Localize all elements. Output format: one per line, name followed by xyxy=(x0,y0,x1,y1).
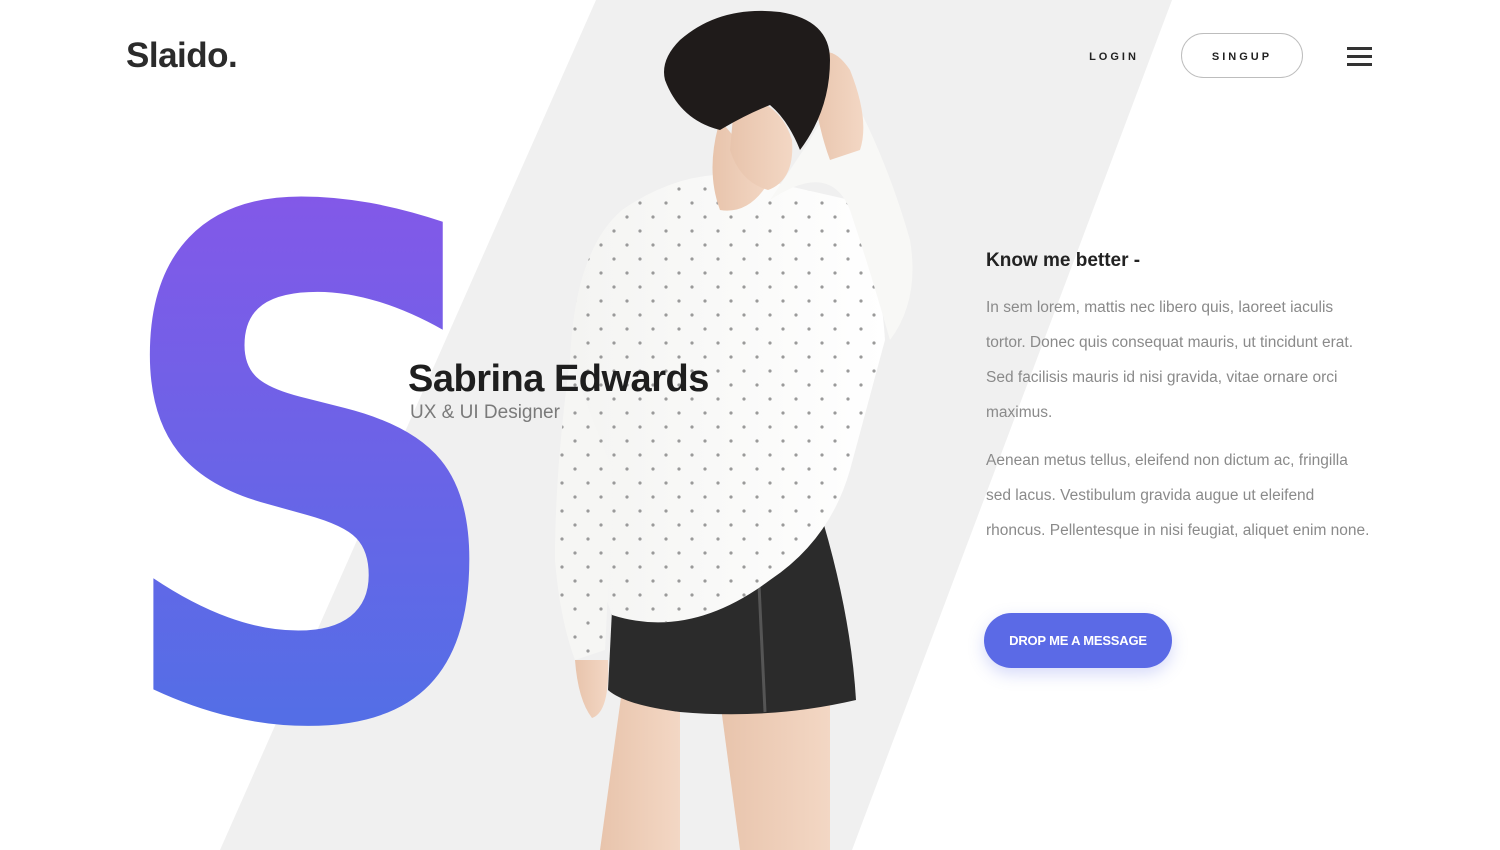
about-title: Know me better - xyxy=(986,250,1141,271)
hamburger-menu-icon[interactable] xyxy=(1347,47,1373,67)
signup-button[interactable]: SINGUP xyxy=(1181,33,1303,78)
big-letter-s: S xyxy=(110,196,510,726)
model-photo xyxy=(555,10,913,850)
about-paragraph-2: Aenean metus tellus, eleifend non dictum… xyxy=(986,452,1370,539)
drop-message-button[interactable]: DROP ME A MESSAGE xyxy=(984,613,1172,668)
big-letter-s-glyph: S xyxy=(110,196,510,726)
about-section: Know me better - In sem lorem, mattis ne… xyxy=(986,250,1376,561)
hero-name: Sabrina Edwards xyxy=(408,358,709,400)
login-link[interactable]: LOGIN xyxy=(1080,46,1148,68)
about-paragraph-1: In sem lorem, mattis nec libero quis, la… xyxy=(986,299,1354,421)
brand-logo[interactable]: Slaido. xyxy=(126,36,238,76)
hero-page: S Slaido. LOGIN SINGUP Sabrina Edwards U… xyxy=(0,0,1500,850)
hero-role: UX & UI Designer xyxy=(410,402,560,423)
